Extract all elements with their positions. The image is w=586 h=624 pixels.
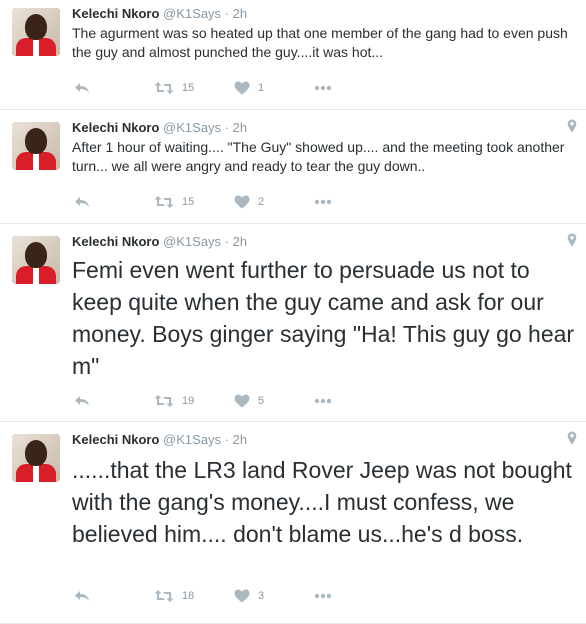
reply-icon	[75, 396, 89, 406]
like-button[interactable]: 1	[234, 81, 314, 95]
more-icon	[314, 199, 332, 205]
separator: ·	[224, 6, 230, 21]
tweet-time[interactable]: 2h	[233, 120, 247, 135]
tweet-text: ......that the LR3 land Rover Jeep was n…	[72, 457, 572, 547]
retweet-count: 15	[182, 82, 195, 94]
tweet-actions: 15 2	[74, 193, 332, 211]
separator: ·	[224, 120, 230, 135]
tweet[interactable]: Kelechi Nkoro @K1Says · 2h ......that th…	[0, 422, 586, 624]
retweet-button[interactable]: 15	[154, 195, 234, 209]
separator: ·	[224, 234, 230, 249]
heart-icon	[234, 81, 250, 95]
tweet-actions: 15 1	[74, 79, 332, 97]
reply-button[interactable]	[74, 395, 154, 407]
tweet-time[interactable]: 2h	[233, 6, 247, 21]
tweet-actions: 19 5	[74, 392, 332, 410]
tweet-text: Femi even went further to persuade us no…	[72, 257, 575, 379]
tweet[interactable]: Kelechi Nkoro @K1Says · 2h After 1 hour …	[0, 110, 586, 224]
author-handle[interactable]: @K1Says	[163, 234, 221, 249]
more-button[interactable]	[314, 199, 332, 205]
heart-icon	[234, 394, 250, 408]
avatar[interactable]	[12, 8, 60, 56]
reply-button[interactable]	[74, 82, 154, 94]
like-count: 3	[258, 590, 265, 602]
retweet-count: 19	[182, 395, 195, 407]
reply-icon	[75, 591, 89, 601]
tweet-time[interactable]: 2h	[233, 234, 247, 249]
reply-icon	[75, 83, 89, 93]
tweet-header: Kelechi Nkoro @K1Says · 2h	[72, 120, 247, 135]
tweet-header: Kelechi Nkoro @K1Says · 2h	[72, 6, 247, 21]
tweet-header: Kelechi Nkoro @K1Says · 2h	[72, 432, 247, 447]
reply-button[interactable]	[74, 590, 154, 602]
tweet-timeline: Kelechi Nkoro @K1Says · 2h The agurment …	[0, 0, 586, 624]
avatar[interactable]	[12, 122, 60, 170]
author-name[interactable]: Kelechi Nkoro	[72, 120, 159, 135]
retweet-count: 18	[182, 590, 195, 602]
location-pin-icon[interactable]	[567, 431, 577, 445]
reply-button[interactable]	[74, 196, 154, 208]
more-button[interactable]	[314, 85, 332, 91]
author-name[interactable]: Kelechi Nkoro	[72, 432, 159, 447]
tweet[interactable]: Kelechi Nkoro @K1Says · 2h The agurment …	[0, 0, 586, 110]
more-button[interactable]	[314, 398, 332, 404]
retweet-icon	[154, 395, 174, 407]
retweet-button[interactable]: 19	[154, 394, 234, 408]
author-name[interactable]: Kelechi Nkoro	[72, 234, 159, 249]
author-handle[interactable]: @K1Says	[163, 6, 221, 21]
like-count: 1	[258, 82, 265, 94]
heart-icon	[234, 589, 250, 603]
like-button[interactable]: 5	[234, 394, 314, 408]
retweet-icon	[154, 82, 174, 94]
location-pin-icon[interactable]	[567, 233, 577, 247]
like-button[interactable]: 3	[234, 589, 314, 603]
retweet-icon	[154, 196, 174, 208]
tweet-text: The agurment was so heated up that one m…	[72, 25, 568, 60]
like-count: 2	[258, 196, 265, 208]
more-icon	[314, 593, 332, 599]
author-handle[interactable]: @K1Says	[163, 432, 221, 447]
author-name[interactable]: Kelechi Nkoro	[72, 6, 159, 21]
like-count: 5	[258, 395, 265, 407]
tweet-header: Kelechi Nkoro @K1Says · 2h	[72, 234, 247, 249]
separator: ·	[224, 432, 230, 447]
author-handle[interactable]: @K1Says	[163, 120, 221, 135]
retweet-icon	[154, 590, 174, 602]
like-button[interactable]: 2	[234, 195, 314, 209]
avatar[interactable]	[12, 236, 60, 284]
retweet-button[interactable]: 15	[154, 81, 234, 95]
more-icon	[314, 85, 332, 91]
location-pin-icon[interactable]	[567, 119, 577, 133]
more-button[interactable]	[314, 593, 332, 599]
more-icon	[314, 398, 332, 404]
avatar[interactable]	[12, 434, 60, 482]
tweet[interactable]: Kelechi Nkoro @K1Says · 2h Femi even wen…	[0, 224, 586, 422]
tweet-text: After 1 hour of waiting.... "The Guy" sh…	[72, 139, 565, 174]
tweet-actions: 18 3	[74, 587, 332, 605]
heart-icon	[234, 195, 250, 209]
tweet-time[interactable]: 2h	[233, 432, 247, 447]
retweet-button[interactable]: 18	[154, 589, 234, 603]
retweet-count: 15	[182, 196, 195, 208]
reply-icon	[75, 197, 89, 207]
